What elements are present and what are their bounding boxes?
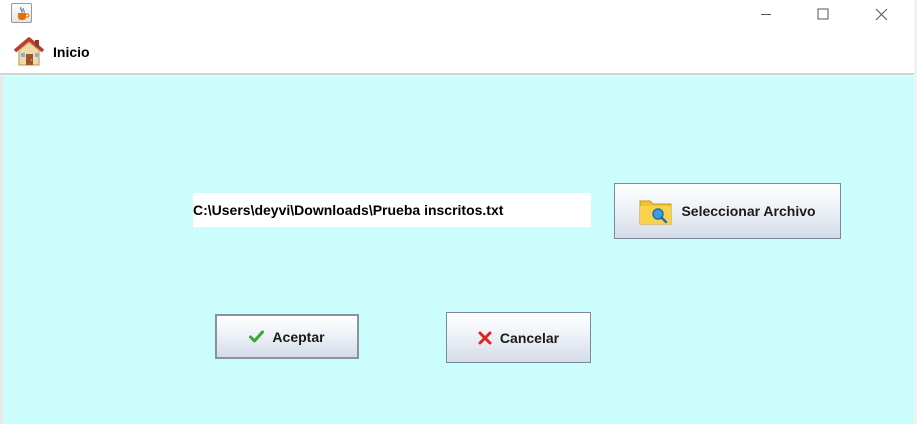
java-cup-icon [11,3,32,23]
accept-label: Aceptar [272,328,325,345]
maximize-icon [817,8,829,20]
folder-search-icon [639,200,672,225]
select-file-label: Seleccionar Archivo [681,203,816,219]
file-path-field[interactable] [193,193,591,227]
application-window: Inicio Seleccionar Archivo Aceptar Cance… [0,0,917,424]
accept-button[interactable]: Aceptar [215,314,359,359]
content-panel [3,76,914,424]
close-button[interactable] [852,0,910,28]
check-icon [249,330,265,343]
title-bar [0,0,917,30]
minimize-button[interactable] [737,0,795,28]
select-file-button[interactable]: Seleccionar Archivo [614,183,841,239]
cancel-button[interactable]: Cancelar [446,312,591,363]
maximize-button[interactable] [794,0,852,28]
house-icon [13,37,45,66]
cancel-label: Cancelar [499,329,560,346]
minimize-icon [761,14,771,15]
menu-inicio-label: Inicio [53,44,90,60]
menu-bar: Inicio [0,30,917,75]
close-icon [875,8,887,20]
x-icon [478,331,492,344]
